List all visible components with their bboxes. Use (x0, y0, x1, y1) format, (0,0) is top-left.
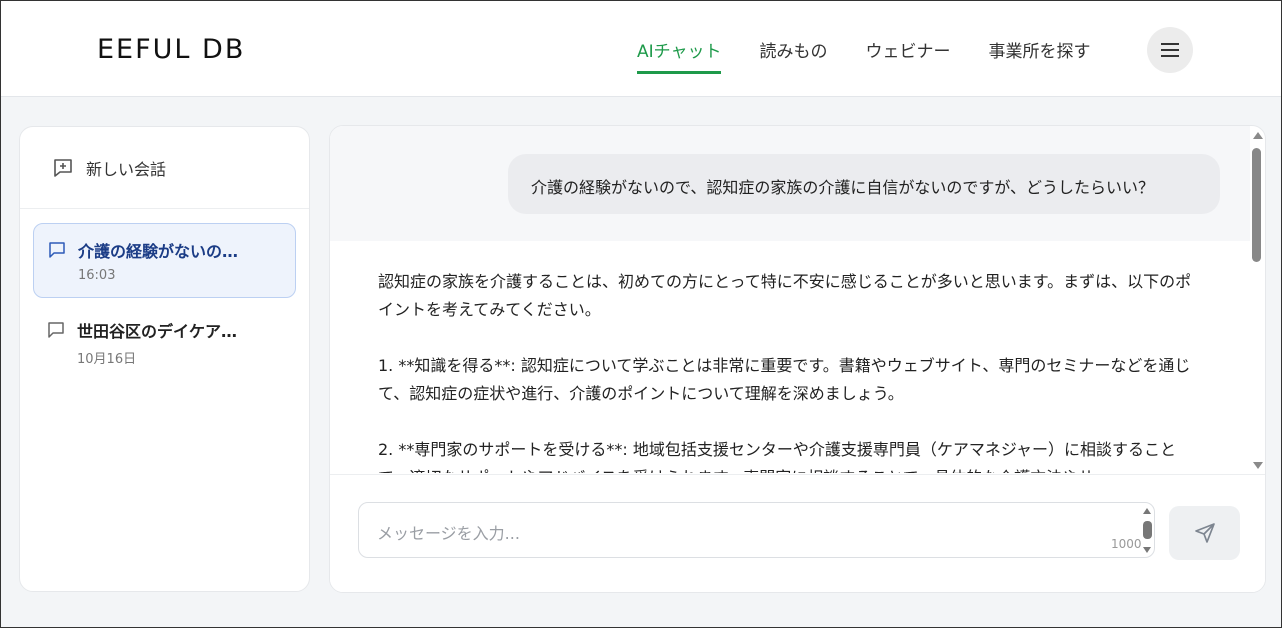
chat-scrollbar[interactable] (1248, 126, 1265, 474)
nav-find-office[interactable]: 事業所を探す (988, 37, 1090, 74)
message-input-placeholder: メッセージを入力... (377, 524, 520, 543)
reply-paragraph: 認知症の家族を介護することは、初めての方にとって特に不安に感じることが多いと思い… (378, 272, 1192, 319)
conversation-title: 介護の経験がないの… (78, 242, 239, 261)
nav-webinar[interactable]: ウェビナー (865, 37, 950, 74)
main-nav: AIチャット 読みもの ウェビナー 事業所を探す (637, 37, 1128, 74)
hamburger-menu-icon (1161, 43, 1179, 57)
new-chat-button[interactable]: 新しい会話 (20, 127, 309, 209)
conversation-title: 世田谷区のデイケア… (77, 322, 238, 341)
user-message-row: 介護の経験がないので、認知症の家族の介護に自信がないのですが、どうしたらいい？ (330, 126, 1250, 241)
conversation-list: 介護の経験がないの… 16:03 世田谷区のデイケア… 10月16日 (20, 209, 309, 399)
send-button[interactable] (1169, 506, 1240, 560)
scroll-thumb[interactable] (1252, 148, 1261, 262)
assistant-message: 認知症の家族を介護することは、初めての方にとって特に不安に感じることが多いと思い… (378, 268, 1198, 473)
chat-bubble-icon (48, 322, 64, 338)
nav-articles[interactable]: 読みもの (759, 37, 827, 74)
conversation-sidebar: 新しい会話 介護の経験がないの… 16:03 世田谷区のデイケア… 10月16日 (19, 126, 310, 592)
conversation-time: 10月16日 (77, 352, 137, 367)
send-icon (1194, 523, 1215, 543)
chat-bubble-icon (49, 242, 65, 258)
reply-paragraph: 1. **知識を得る**: 認知症について学ぶことは非常に重要です。書籍やウェブ… (378, 356, 1191, 403)
scroll-down-arrow-icon[interactable] (1253, 462, 1263, 469)
chat-panel: 介護の経験がないので、認知症の家族の介護に自信がないのですが、どうしたらいい？ … (329, 125, 1266, 593)
user-message: 介護の経験がないので、認知症の家族の介護に自信がないのですが、どうしたらいい？ (508, 154, 1220, 214)
new-chat-label: 新しい会話 (86, 159, 167, 179)
logo[interactable]: EEFUL DB (97, 34, 245, 65)
conversation-item[interactable]: 世田谷区のデイケア… 10月16日 (33, 304, 296, 379)
input-scroll-down-icon[interactable] (1143, 547, 1151, 553)
top-header: EEFUL DB AIチャット 読みもの ウェビナー 事業所を探す (1, 1, 1281, 97)
input-scroll-thumb[interactable] (1143, 521, 1152, 539)
input-scroll-up-icon[interactable] (1143, 508, 1151, 514)
conversation-time: 16:03 (78, 268, 116, 283)
new-chat-icon (54, 158, 72, 177)
nav-ai-chat[interactable]: AIチャット (637, 37, 722, 74)
scroll-up-arrow-icon[interactable] (1253, 132, 1263, 139)
message-composer: メッセージを入力... 1000 (330, 474, 1265, 592)
conversation-item[interactable]: 介護の経験がないの… 16:03 (33, 223, 296, 298)
menu-button[interactable] (1147, 27, 1193, 73)
char-limit-counter: 1000 (1111, 537, 1142, 551)
message-input[interactable]: メッセージを入力... 1000 (358, 502, 1155, 558)
reply-paragraph: 2. **専門家のサポートを受ける**: 地域包括支援センターや介護支援専門員（… (378, 440, 1177, 473)
